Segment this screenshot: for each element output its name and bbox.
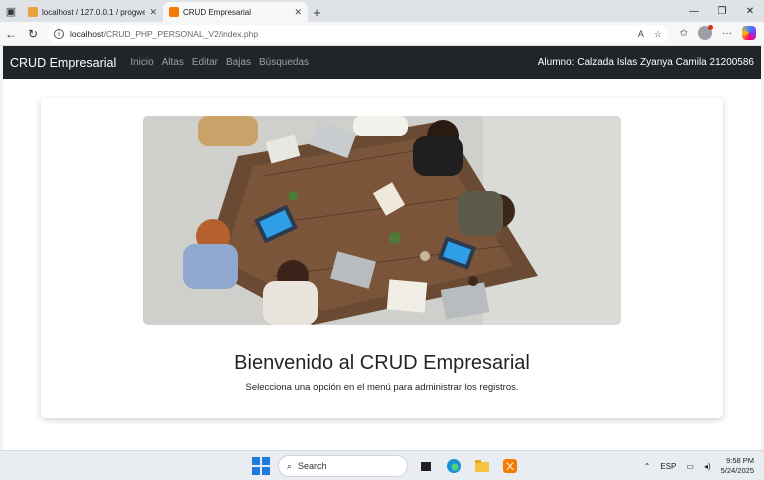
clock-time: 9:58 PM <box>726 456 754 465</box>
task-view-icon[interactable] <box>416 456 436 476</box>
svg-text:᙭: ᙭ <box>506 462 514 473</box>
new-tab-button[interactable]: + <box>308 2 326 22</box>
windows-start-icon[interactable] <box>252 457 270 475</box>
nav-link-editar[interactable]: Editar <box>192 57 218 68</box>
volume-icon[interactable]: ◂) <box>704 462 711 471</box>
copilot-icon[interactable] <box>742 26 756 40</box>
restore-icon[interactable]: ❐ <box>708 0 736 22</box>
favorite-star-icon[interactable]: ☆ <box>654 29 662 40</box>
close-window-icon[interactable]: ✕ <box>736 0 764 22</box>
profile-avatar[interactable] <box>698 25 713 40</box>
window-controls: — ❐ ✕ <box>680 0 764 22</box>
back-icon[interactable]: ← <box>0 27 22 41</box>
address-bar-row: ← ↻ i localhost/CRUD_PHP_PERSONAL_V2/ind… <box>0 22 764 46</box>
url-host: localhost <box>70 29 104 39</box>
xampp-favicon-icon <box>169 7 179 17</box>
close-tab-icon[interactable]: ✕ <box>294 7 302 18</box>
student-label: Alumno: Calzada Islas Zyanya Camila 2120… <box>537 57 754 68</box>
read-aloud-icon[interactable]: A <box>638 29 644 40</box>
nav-link-inicio[interactable]: Inicio <box>130 57 153 68</box>
tab-title: CRUD Empresarial <box>183 7 252 17</box>
language-indicator[interactable]: ESP <box>660 462 676 471</box>
welcome-card: Bienvenido al CRUD Empresarial Seleccion… <box>41 98 723 418</box>
hero-illustration <box>143 116 621 325</box>
welcome-heading: Bienvenido al CRUD Empresarial <box>234 352 530 374</box>
search-icon: ⌕ <box>287 460 293 471</box>
refresh-icon[interactable]: ↻ <box>22 27 44 41</box>
edge-browser-icon[interactable] <box>444 456 464 476</box>
taskbar-search[interactable]: ⌕ Search <box>278 455 408 477</box>
search-placeholder: Search <box>298 461 327 471</box>
nav-link-busquedas[interactable]: Búsquedas <box>259 57 309 68</box>
xampp-icon[interactable]: ᙭ <box>500 456 520 476</box>
clock[interactable]: 9:58 PM 5/24/2025 <box>721 456 754 476</box>
system-tray: ⌃ ESP ▭ ◂) 9:58 PM 5/24/2025 <box>644 456 754 476</box>
file-explorer-icon[interactable] <box>472 456 492 476</box>
page-viewport: CRUD Empresarial Inicio Altas Editar Baj… <box>3 46 761 450</box>
close-tab-icon[interactable]: ✕ <box>149 7 157 18</box>
tab-phpmyadmin[interactable]: localhost / 127.0.0.1 / progweb | p ✕ <box>22 2 163 22</box>
nav-link-altas[interactable]: Altas <box>162 57 184 68</box>
minimize-icon[interactable]: — <box>680 0 708 22</box>
tab-crud[interactable]: CRUD Empresarial ✕ <box>163 2 308 22</box>
clock-date: 5/24/2025 <box>720 466 754 475</box>
tab-title: localhost / 127.0.0.1 / progweb | p <box>42 7 146 17</box>
nav-link-bajas[interactable]: Bajas <box>226 57 251 68</box>
os-taskbar: ⌕ Search ᙭ ⌃ ESP ▭ ◂) 9:58 PM 5/24/2025 <box>0 450 764 480</box>
url-path: /CRUD_PHP_PERSONAL_V2/index.php <box>103 29 259 39</box>
tab-actions-icon[interactable]: ▣ <box>0 0 22 22</box>
phpmyadmin-favicon-icon <box>28 7 38 17</box>
network-icon[interactable]: ▭ <box>686 462 694 471</box>
chevron-up-icon[interactable]: ⌃ <box>644 462 651 471</box>
top-navbar: CRUD Empresarial Inicio Altas Editar Baj… <box>3 46 761 79</box>
more-menu-icon[interactable]: ··· <box>722 28 732 39</box>
url-field[interactable]: i localhost/CRUD_PHP_PERSONAL_V2/index.p… <box>48 25 668 43</box>
hero-image-team-meeting <box>143 116 621 325</box>
favorites-icon[interactable]: ✩ <box>680 28 688 39</box>
navbar-brand[interactable]: CRUD Empresarial <box>10 56 116 70</box>
browser-tab-strip: ▣ localhost / 127.0.0.1 / progweb | p ✕ … <box>0 0 764 22</box>
welcome-subtitle: Selecciona una opción en el menú para ad… <box>245 382 519 393</box>
site-info-icon[interactable]: i <box>54 29 64 39</box>
